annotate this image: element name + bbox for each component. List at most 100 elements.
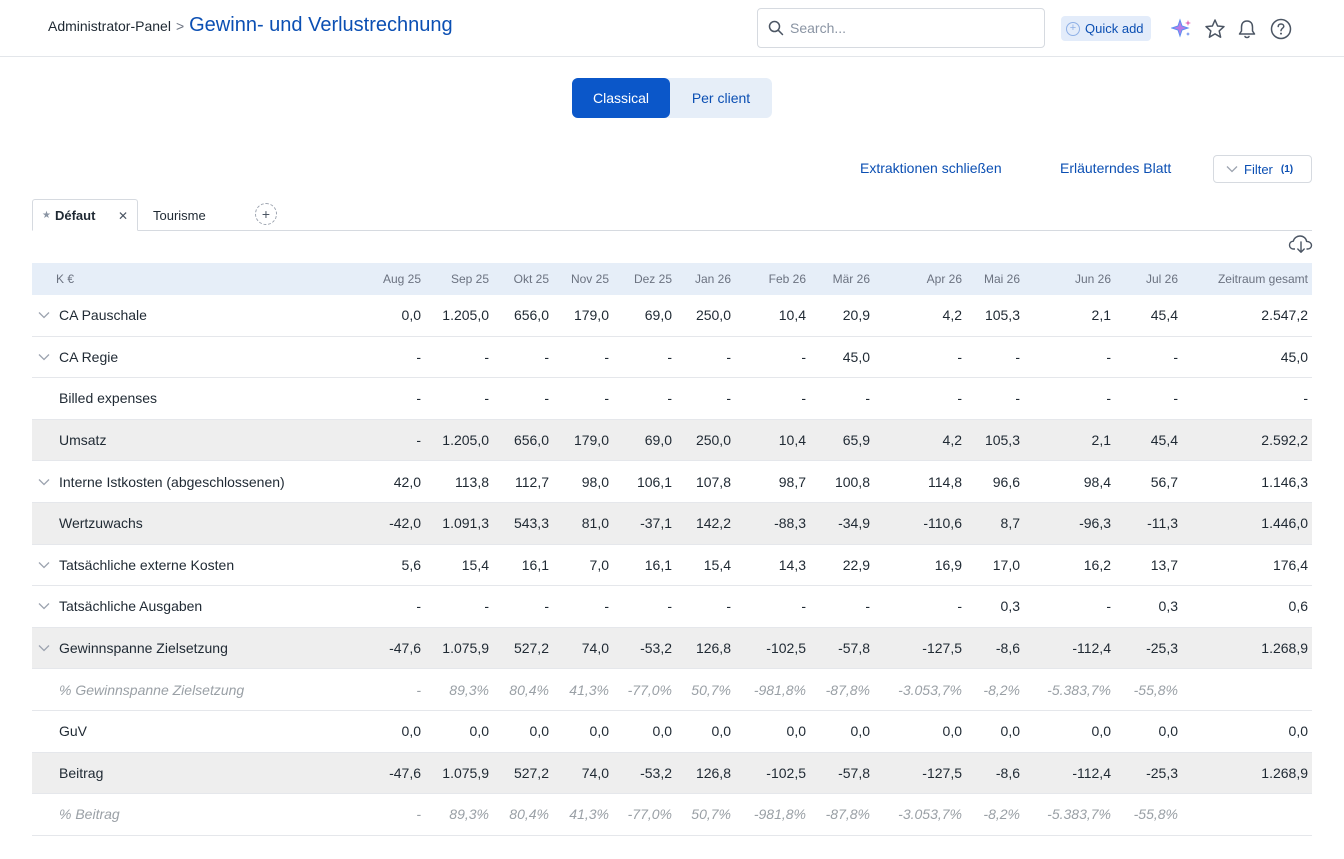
table-cell: - [865,598,870,615]
search-box[interactable] [757,8,1045,48]
table-row[interactable]: Gewinnspanne Zielsetzung -47,6 1.075,9 527,… [32,627,1312,670]
table-cell: - [1015,390,1020,407]
table-row[interactable]: Tatsächliche Ausgaben - - - - - - - - -0,3-0,3 0,6 [32,586,1312,628]
tab-tourisme[interactable]: Tourisme [153,208,206,223]
table-cell: -55,8% [1133,681,1178,698]
filter-count-badge: (1) [1280,163,1294,175]
page-title: Gewinn- und Verlustrechnung [189,14,453,36]
table-cell: -87,8% [825,806,870,823]
tab-defaut-label: Défaut [54,207,96,223]
search-icon [768,20,784,36]
view-tabs: ★ Défaut ✕ Tourisme + [32,199,1312,231]
table-header-row: K € Aug 25 Sep 25 Okt 25 Nov 25 Dez 25 Jan 26… [32,263,1312,295]
table-cell: 0,0 [1288,723,1308,740]
table-cell: 2.592,2 [1261,432,1308,449]
table-cell: 0,0 [1158,723,1178,740]
table-cell: 105,3 [984,307,1020,324]
table-cell: 45,4 [1150,307,1178,324]
table-cell [1218,669,1308,710]
table-cell: 100,8 [834,473,870,490]
toggle-per-client[interactable]: Per client [670,78,772,118]
unit-header: K € [56,272,75,286]
table-cell: 20,9 [842,307,870,324]
bell-icon[interactable] [1235,17,1259,41]
add-tab-button[interactable]: + [255,203,277,225]
table-cell: 0,3 [1000,598,1020,615]
table-row[interactable]: Interne Istkosten (abgeschlossenen) 42,0 1… [32,461,1312,503]
table-cell: 2.547,2 [1261,307,1308,324]
close-icon[interactable]: ✕ [118,209,128,223]
row-label: GuV [59,723,88,740]
row-label: CA Regie [59,348,119,365]
chevron-down-icon[interactable] [38,295,50,336]
table-cell: -8,2% [983,806,1020,823]
table-cell: 105,3 [984,432,1020,449]
table-cell: -57,8 [838,764,870,781]
star-icon[interactable] [1203,17,1227,41]
quick-add-label: Quick add [1085,21,1144,36]
table-row[interactable]: Tatsächliche externe Kosten 5,6 15,4 16,1 7,… [32,545,1312,587]
table-cell: 45,0 [1280,348,1308,365]
table-cell: - [865,390,870,407]
close-extractions-link[interactable]: Extraktionen schließen [860,160,1002,176]
tab-defaut[interactable]: ★ Défaut ✕ [32,199,138,231]
chevron-down-icon[interactable] [38,337,50,378]
table-row: % Gewinnspanne Zielsetzung -89,3% 80,4% 41,… [32,669,1312,711]
table-cell: -8,6 [995,764,1020,781]
table-cell: 56,7 [1150,473,1178,490]
chevron-down-icon[interactable] [38,586,50,627]
table-cell: 0,0 [1000,723,1020,740]
plus-circle-icon: + [1066,21,1080,36]
table-cell: 13,7 [1150,556,1178,573]
table-row[interactable]: CA Regie - - - - - - -45,0- - - -45,0 [32,337,1312,379]
table-cell: - [1015,348,1020,365]
table-cell: -25,3 [1146,764,1178,781]
table-row[interactable]: CA Pauschale 0,0 1.205,0 656,0 179,0 69,0 250,… [32,295,1312,337]
search-input[interactable] [790,20,1030,36]
table-cell: 0,3 [1158,598,1178,615]
filter-button[interactable]: Filter (1) [1213,155,1312,183]
chevron-down-icon[interactable] [38,461,50,502]
table-cell: -87,8% [825,681,870,698]
chevron-down-icon[interactable] [38,545,50,586]
chevron-down-icon[interactable] [38,628,50,669]
breadcrumb: Administrator-Panel > Gewinn- und Verlus… [48,14,453,37]
table-cell: 176,4 [1272,556,1308,573]
table-cell: 1.268,9 [1261,764,1308,781]
cloud-download-icon[interactable] [1288,234,1314,259]
table-cell: -57,8 [838,640,870,657]
table-row: Beitrag -47,6 1.075,9 527,2 74,0 -53,2 126,8 -1… [32,752,1312,795]
table-cell: 96,6 [992,473,1020,490]
table-row: Billed expenses - - - - - - - - - - - - - [32,378,1312,420]
table-cell: 17,0 [992,556,1020,573]
table-cell: 65,9 [842,432,870,449]
table-cell: 1.268,9 [1261,640,1308,657]
help-icon[interactable] [1269,17,1293,41]
table-row: GuV 0,0 0,0 0,0 0,0 0,0 0,0 0,0 0,0 0,0 0,0 0,0 0,0 0… [32,711,1312,753]
row-label: Tatsächliche Ausgaben [59,598,203,615]
row-label: CA Pauschale [59,307,147,324]
row-label: Umsatz [59,432,107,449]
table-row: Umsatz -1.205,0 656,0 179,0 69,0 250,0 10,4 65,… [32,419,1312,462]
table-row: % Beitrag -89,3% 80,4% 41,3% -77,0% 50,7% -981… [32,794,1312,836]
table-cell: 45,0 [842,348,870,365]
view-toggle: Classical Per client [572,78,772,118]
table-cell: 45,4 [1150,432,1178,449]
row-label: Billed expenses [59,390,158,407]
sparkle-icon[interactable] [1170,17,1194,41]
column-header: Mär 26 [832,272,870,286]
toggle-classical[interactable]: Classical [572,78,670,118]
table-cell: - [1173,348,1178,365]
table-cell: -34,9 [838,515,870,532]
table-row: Wertzuwachs -42,0 1.091,3 543,3 81,0 -37,1 142… [32,502,1312,545]
pin-star-icon: ★ [42,209,51,221]
breadcrumb-parent-link[interactable]: Administrator-Panel [48,18,171,34]
profit-loss-table: K € Aug 25 Sep 25 Okt 25 Nov 25 Dez 25 Jan 26… [32,263,1312,836]
table-cell: -11,3 [1147,515,1178,532]
row-label: % Gewinnspanne Zielsetzung [59,681,245,698]
top-bar: Administrator-Panel > Gewinn- und Verlus… [0,0,1344,57]
quick-add-button[interactable]: + Quick add [1061,16,1151,41]
explanatory-sheet-link[interactable]: Erläuterndes Blatt [1060,160,1171,176]
table-cell: - [1173,390,1178,407]
column-header: Zeitraum gesamt [1217,272,1308,286]
